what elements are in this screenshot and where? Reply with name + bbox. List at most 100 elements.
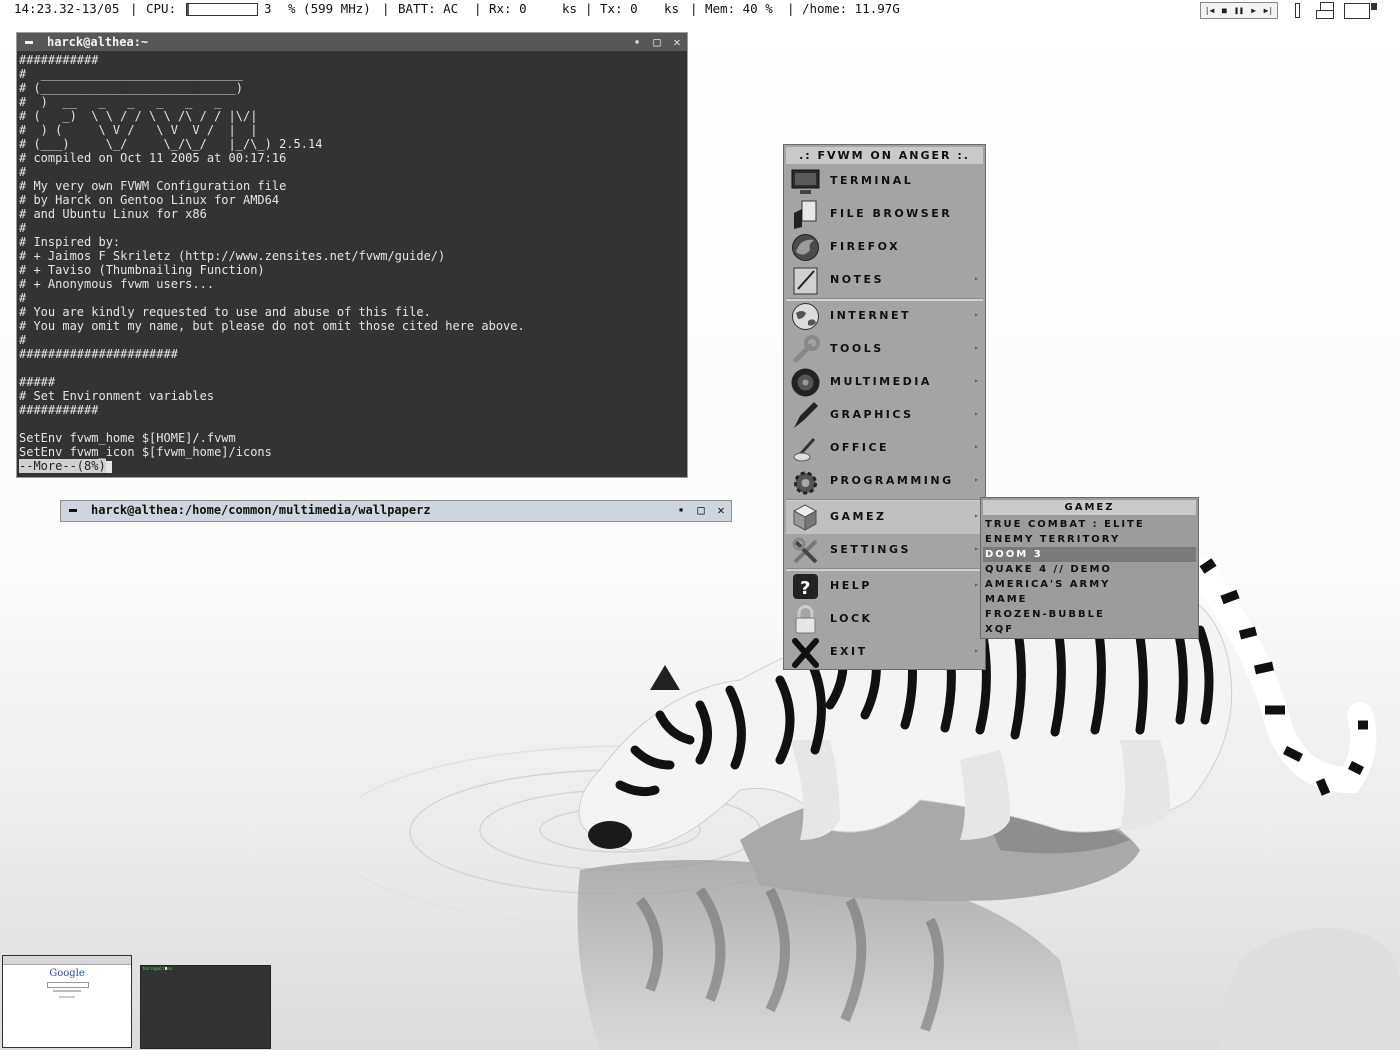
close-button[interactable]: ✕ xyxy=(669,34,685,50)
submenu-item[interactable]: Enemy Territory xyxy=(983,532,1196,547)
terminal-line: # You may omit my name, but please do no… xyxy=(19,319,525,333)
browser-window-thumbnail[interactable]: Google xyxy=(2,955,132,1048)
office-icon xyxy=(793,437,816,462)
maximize-button[interactable]: □ xyxy=(649,34,665,50)
exit-icon xyxy=(792,638,819,668)
terminal-line: # + Taviso (Thumbnailing Function) xyxy=(19,263,265,277)
submenu-item[interactable]: Doom 3 xyxy=(983,547,1196,562)
terminal-line: # ( _) \ \ / / \ \ /\ / / |\/| xyxy=(19,109,258,123)
menu-item-help[interactable]: ? Help ▸ xyxy=(786,570,983,603)
cpu-value: 3 xyxy=(264,1,272,16)
thumbnail-text xyxy=(53,990,81,992)
window-menu-icon[interactable] xyxy=(69,509,77,512)
submenu-arrow-icon: ▸ xyxy=(974,580,979,589)
status-separator: | xyxy=(382,1,390,16)
rx-rate: Rx: 0 xyxy=(489,1,527,16)
menu-item-exit[interactable]: Exit ▸ xyxy=(786,636,983,669)
status-separator: | xyxy=(585,1,593,16)
terminal-icon xyxy=(791,169,820,194)
terminal-line: # xyxy=(19,165,27,179)
terminal-line: # compiled on Oct 11 2005 at 00:17:16 xyxy=(19,151,287,165)
menu-item-label: Multimedia xyxy=(830,375,932,388)
menu-item-settings[interactable]: Settings ▸ xyxy=(786,534,983,567)
terminal-window-thumbnail[interactable]: harck@althea xyxy=(140,965,271,1049)
tiger-ear xyxy=(650,665,680,690)
pager-desk-1-icon[interactable] xyxy=(1295,3,1300,18)
gear-icon xyxy=(794,471,817,495)
menu-item-firefox[interactable]: Firefox xyxy=(786,231,983,264)
menu-item-label: Programming xyxy=(830,474,954,487)
tiger-nose xyxy=(588,821,632,849)
menu-item-office[interactable]: Office ▸ xyxy=(786,432,983,465)
background-rock xyxy=(1220,928,1400,1050)
minimize-button[interactable]: ▪ xyxy=(629,34,645,50)
maximize-button[interactable]: □ xyxy=(693,502,709,518)
home-disk-usage: /home: 11.97G xyxy=(802,1,900,16)
close-button[interactable]: ✕ xyxy=(713,502,729,518)
window-menu-icon[interactable] xyxy=(25,41,33,44)
submenu-item[interactable]: True Combat : Elite xyxy=(983,517,1196,532)
submenu-item[interactable]: Mame xyxy=(983,592,1196,607)
skip-back-icon[interactable]: |◀ xyxy=(1205,6,1215,15)
terminal-titlebar[interactable]: harck@althea:~ ▪ □ ✕ xyxy=(17,33,687,51)
terminal-output[interactable]: ########### # ___________________________… xyxy=(19,53,684,473)
terminal-line: SetEnv fvwm_home $[HOME]/.fvwm xyxy=(19,431,236,445)
pager-desk-4-icon[interactable] xyxy=(1344,3,1370,19)
menu-item-graphics[interactable]: Graphics ▸ xyxy=(786,399,983,432)
thumbnail-text xyxy=(59,996,75,998)
menu-item-lock[interactable]: Lock xyxy=(786,603,983,636)
pager-desk-3-icon[interactable] xyxy=(1316,10,1334,19)
pager-desk-5-icon[interactable] xyxy=(1371,3,1377,10)
submenu-item[interactable]: America's Army xyxy=(983,577,1196,592)
menu-item-label: Help xyxy=(830,579,872,592)
menu-item-programming[interactable]: Programming ▸ xyxy=(786,465,983,498)
terminal-window[interactable]: harck@althea:~ ▪ □ ✕ ########### # ______… xyxy=(16,32,688,478)
submenu-item[interactable]: XQF xyxy=(983,622,1196,637)
shaded-terminal-window[interactable]: harck@althea:/home/common/multimedia/wal… xyxy=(60,500,732,522)
terminal-line: # xyxy=(19,221,27,235)
menu-item-label: Exit xyxy=(830,645,868,658)
terminal-line: # Set Environment variables xyxy=(19,389,215,403)
help-icon: ? xyxy=(793,574,818,599)
submenu-item[interactable]: Quake 4 // Demo xyxy=(983,562,1196,577)
submenu-arrow-icon: ▸ xyxy=(974,475,979,484)
menu-item-internet[interactable]: Internet ▸ xyxy=(786,300,983,333)
submenu-item[interactable]: Frozen-Bubble xyxy=(983,607,1196,622)
cpu-meter-fill xyxy=(187,4,190,15)
pause-icon[interactable]: ❚❚ xyxy=(1234,6,1244,15)
text-cursor xyxy=(105,460,112,473)
menu-item-label: Gamez xyxy=(830,510,887,523)
battery-status: BATT: AC xyxy=(398,1,459,16)
menu-item-file-browser[interactable]: File Browser xyxy=(786,198,983,231)
stop-icon[interactable]: ■ xyxy=(1222,6,1227,15)
memory-usage: Mem: 40 % xyxy=(705,1,773,16)
clock-datetime: 14:23.32-13/05 xyxy=(14,1,120,16)
submenu-arrow-icon: ▸ xyxy=(974,274,979,283)
menu-title: .: FVWM ON ANGER :. xyxy=(786,147,983,164)
minimize-button[interactable]: ▪ xyxy=(673,502,689,518)
terminal-line: # (___________________________) xyxy=(19,81,243,95)
menu-item-label: Terminal xyxy=(830,174,914,187)
cpu-frequency: % (599 MHz) xyxy=(288,1,371,16)
tx-rate: Tx: 0 xyxy=(600,1,638,16)
menu-item-gamez[interactable]: Gamez ▸ xyxy=(786,501,983,534)
play-icon[interactable]: ▶ xyxy=(1251,6,1256,15)
settings-icon xyxy=(792,537,818,564)
terminal-line: # + Anonymous fvwm users... xyxy=(19,277,215,291)
terminal-line: ###################### xyxy=(19,347,178,361)
menu-item-multimedia[interactable]: Multimedia ▸ xyxy=(786,366,983,399)
submenu-arrow-icon: ▸ xyxy=(974,376,979,385)
terminal-line: # ____________________________ xyxy=(19,67,243,81)
submenu-arrow-icon: ▸ xyxy=(974,442,979,451)
skip-forward-icon[interactable]: ▶| xyxy=(1264,6,1274,15)
menu-item-label: Tools xyxy=(830,342,884,355)
terminal-line: ##### xyxy=(19,375,56,389)
menu-item-tools[interactable]: Tools ▸ xyxy=(786,333,983,366)
terminal-line: # xyxy=(19,333,27,347)
terminal-titlebar[interactable]: harck@althea:/home/common/multimedia/wal… xyxy=(61,501,731,519)
file-browser-icon xyxy=(794,200,817,229)
menu-item-notes[interactable]: Notes ▸ xyxy=(786,264,983,297)
menu-item-terminal[interactable]: Terminal xyxy=(786,165,983,198)
cpu-label: CPU: xyxy=(146,1,177,16)
